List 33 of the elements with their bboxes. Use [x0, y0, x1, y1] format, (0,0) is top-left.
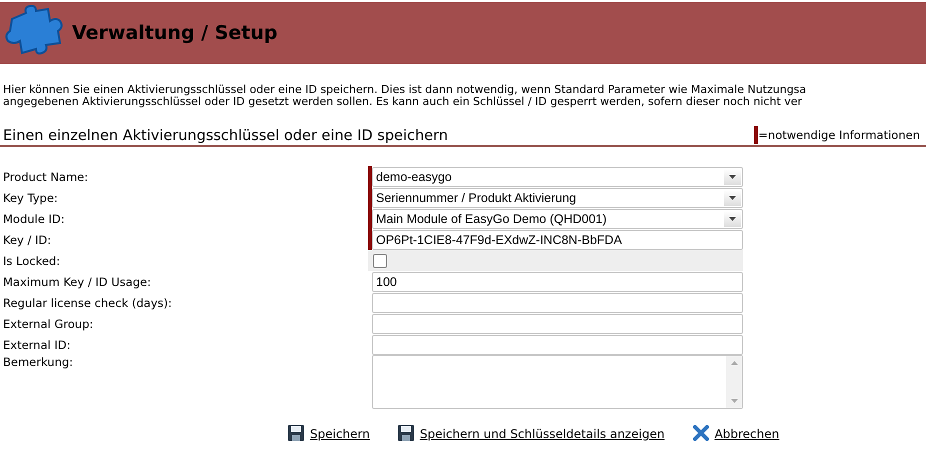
field-label: Key Type: [3, 190, 59, 204]
action-link[interactable]: Speichern und Schlüsseldetails anzeigen [398, 425, 665, 441]
text-area[interactable] [372, 355, 743, 409]
field-label: Is Locked: [3, 254, 62, 268]
legend-text: =notwendige Informationen [758, 128, 920, 142]
action-link[interactable]: Speichern [288, 425, 370, 441]
required-marker [754, 126, 758, 144]
input-field[interactable] [372, 314, 743, 334]
close-icon [692, 425, 709, 441]
input-field[interactable] [372, 292, 743, 312]
page-title: Verwaltung / Setup [72, 22, 278, 44]
field-label: Bemerkung: [3, 355, 74, 369]
checkbox[interactable] [373, 254, 387, 268]
field-label: Key / ID: [3, 232, 52, 246]
input-field[interactable]: 100 [372, 272, 743, 292]
dropdown[interactable]: Main Module of EasyGo Demo (QHD001) [372, 208, 743, 228]
intro-text: angegebenen Aktivierungsschlüssel oder ID gesetzt werden sollen. Es kann auch ein Schlüssel / ID gesperrt werden, sofern dieser noch nicht ver [3, 96, 802, 108]
scroll-up-arrow-icon[interactable] [730, 361, 738, 365]
section-title: Einen einzelnen Aktivierungsschlüssel oder eine ID speichern [3, 128, 448, 144]
field-label: External ID: [3, 338, 72, 352]
input-field[interactable]: OP6Pt-1CIE8-47F9d-EXdwZ-INC8N-BbFDA [372, 230, 743, 250]
input-field[interactable] [372, 334, 743, 354]
action-link[interactable]: Abbrechen [692, 425, 780, 441]
field-label: Module ID: [3, 212, 66, 226]
scrollbar[interactable] [726, 356, 742, 408]
field-label: Product Name: [3, 170, 90, 184]
scroll-down-arrow-icon[interactable] [730, 399, 738, 403]
dropdown[interactable]: demo-easygo [372, 166, 743, 186]
field-label: Maximum Key / ID Usage: [3, 274, 152, 288]
field-label: External Group: [3, 316, 94, 330]
field-label: Regular license check (days): [3, 296, 173, 310]
intro-text: Hier können Sie einen Aktivierungsschlüssel oder eine ID speichern. Dies ist dann notwendig, wenn Standard Parameter wie Maximale Nutzungsa [3, 84, 806, 96]
dropdown[interactable]: Seriennummer / Produkt Aktivierung [372, 188, 743, 208]
